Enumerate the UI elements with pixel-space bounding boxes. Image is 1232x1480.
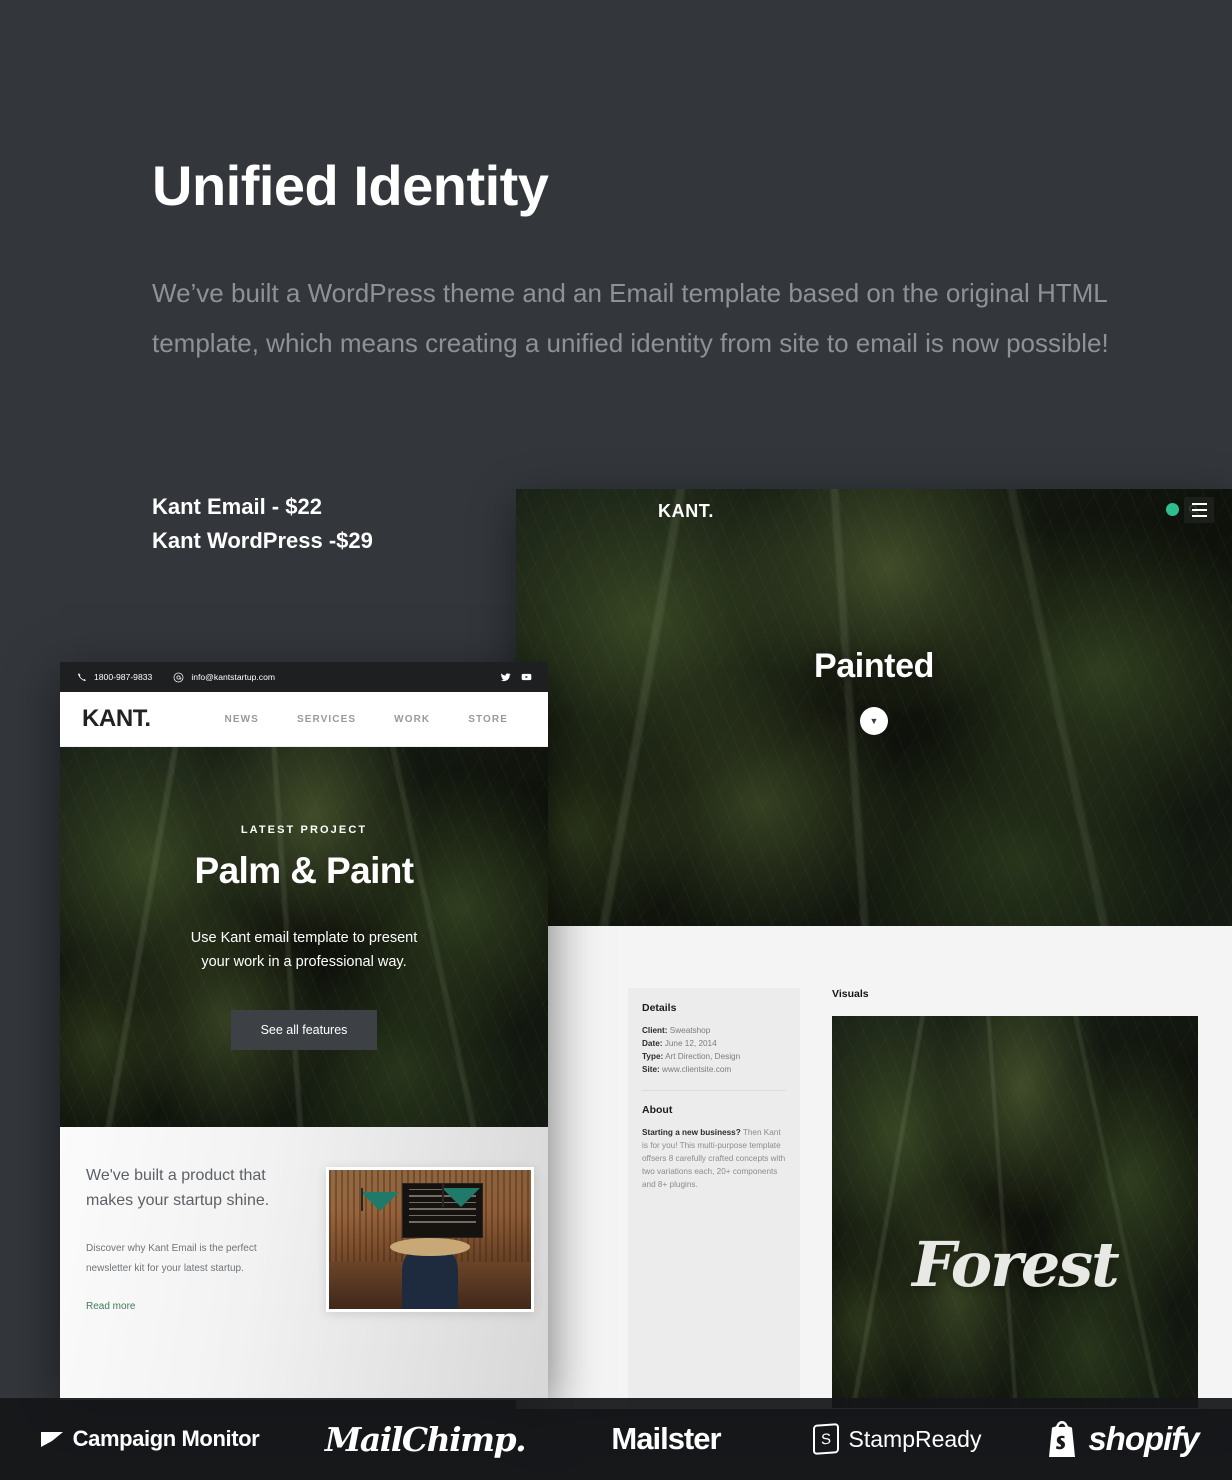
- partner-logo-bar: Campaign Monitor MailChimp. Mailster S S…: [0, 1398, 1232, 1480]
- details-heading: Details: [642, 1002, 677, 1014]
- about-heading: About: [642, 1104, 673, 1116]
- details-row-label: Client:: [642, 1026, 668, 1035]
- details-card: Details Client: Sweatshop Date: June 12,…: [628, 988, 800, 1408]
- stampready-logo[interactable]: S StampReady: [782, 1423, 1012, 1455]
- email-template-mockup: 1800-987-9833 info@kantstartup.com KANT.…: [60, 662, 548, 1400]
- phone-icon: [76, 672, 87, 683]
- at-sign-icon: [173, 672, 184, 683]
- shopify-label: shopify: [1088, 1420, 1199, 1457]
- menu-item-work[interactable]: WORK: [394, 714, 430, 725]
- details-row-label: Type:: [642, 1052, 664, 1061]
- forest-script-caption: Forest: [912, 1228, 1120, 1301]
- divider: [642, 1090, 786, 1091]
- details-row-value[interactable]: www.clientsite.com: [662, 1065, 731, 1074]
- shopify-logo[interactable]: shopify: [1012, 1420, 1232, 1458]
- twitter-icon[interactable]: [500, 672, 511, 683]
- pendant-lamp-icon: [442, 1184, 481, 1208]
- visuals-heading: Visuals: [832, 988, 869, 1000]
- about-lead: Starting a new business?: [642, 1128, 741, 1137]
- email-phone[interactable]: 1800-987-9833: [94, 672, 152, 682]
- chevron-down-icon[interactable]: ▼: [860, 707, 888, 735]
- details-row: Site: www.clientsite.com: [642, 1063, 786, 1076]
- email-topbar: 1800-987-9833 info@kantstartup.com: [60, 662, 548, 692]
- details-row: Date: June 12, 2014: [642, 1037, 786, 1050]
- promo-heading-line-1: We've built a product that: [86, 1167, 266, 1184]
- wp-content-area: Details Client: Sweatshop Date: June 12,…: [516, 926, 1232, 1408]
- promo-body: Discover why Kant Email is the perfect n…: [86, 1239, 308, 1279]
- about-body: Then Kant is for you! This multi-purpose…: [642, 1128, 786, 1189]
- email-address[interactable]: info@kantstartup.com: [191, 672, 275, 682]
- pendant-lamp-icon: [361, 1188, 400, 1212]
- campaign-monitor-logo[interactable]: Campaign Monitor: [0, 1426, 300, 1452]
- wp-hero-section: KANT. Painted ▼: [516, 489, 1232, 926]
- email-logo[interactable]: KANT.: [82, 705, 151, 733]
- email-promo-section: We've built a product that makes your st…: [60, 1127, 548, 1400]
- promo-text-block: We've built a product that makes your st…: [86, 1163, 308, 1400]
- image-overlay: [832, 1016, 1198, 1408]
- wp-logo[interactable]: KANT.: [658, 501, 714, 522]
- see-all-features-button[interactable]: See all features: [230, 1010, 378, 1050]
- hero-title: Palm & Paint: [194, 850, 415, 891]
- promo-body-line-1: Discover why Kant Email is the perfect: [86, 1243, 257, 1254]
- promo-heading-line-2: makes your startup shine.: [86, 1192, 270, 1209]
- shopping-bag-icon: [1045, 1420, 1079, 1458]
- email-hero-content: LATEST PROJECT Palm & Paint Use Kant ema…: [60, 747, 548, 1127]
- hero-subtitle: Use Kant email template to present your …: [191, 926, 417, 974]
- promo-heading: We've built a product that makes your st…: [86, 1163, 308, 1213]
- price-wordpress: Kant WordPress -$29: [152, 528, 373, 553]
- menu-item-store[interactable]: STORE: [468, 714, 508, 725]
- details-row-value: Sweatshop: [669, 1026, 711, 1035]
- hero-subtitle-line-2: your work in a professional way.: [201, 954, 407, 970]
- about-paragraph: Starting a new business? Then Kant is fo…: [642, 1126, 786, 1191]
- campaign-monitor-label: Campaign Monitor: [72, 1426, 260, 1451]
- details-row-value: June 12, 2014: [664, 1039, 717, 1048]
- read-more-link[interactable]: Read more: [86, 1301, 135, 1312]
- details-row: Type: Art Direction, Design: [642, 1050, 786, 1063]
- hamburger-icon[interactable]: [1184, 497, 1214, 523]
- intro-paragraph: We’ve built a WordPress theme and an Ema…: [152, 278, 1109, 358]
- email-menu: NEWS SERVICES WORK STORE: [225, 714, 508, 725]
- stampready-mark-icon: S: [812, 1423, 839, 1455]
- mailchimp-logo[interactable]: MailChimp.: [300, 1420, 550, 1459]
- details-row-value: Art Direction, Design: [665, 1052, 741, 1061]
- visuals-image[interactable]: Forest: [832, 1016, 1198, 1408]
- menu-item-services[interactable]: SERVICES: [297, 714, 356, 725]
- cart-badge-dot[interactable]: [1166, 503, 1179, 516]
- email-hero-section: LATEST PROJECT Palm & Paint Use Kant ema…: [60, 747, 548, 1127]
- hero-subtitle-line-1: Use Kant email template to present: [190, 930, 418, 946]
- cafe-interior-photo: [326, 1167, 534, 1312]
- wordpress-theme-mockup: KANT. Painted ▼ Details Client: Sweatsho…: [516, 489, 1232, 1409]
- menu-item-news[interactable]: NEWS: [225, 714, 259, 725]
- visuals-section: Visuals Forest: [832, 988, 1198, 1408]
- hero-eyebrow: LATEST PROJECT: [240, 824, 368, 836]
- mailster-logo[interactable]: Mailster: [550, 1421, 782, 1457]
- mailster-label: Mailster: [611, 1421, 721, 1456]
- stampready-label: StampReady: [848, 1425, 982, 1452]
- promo-page: Unified Identity We’ve built a WordPress…: [0, 0, 1232, 1480]
- email-navbar: KANT. NEWS SERVICES WORK STORE: [60, 692, 548, 747]
- promo-body-line-2: newsletter kit for your latest startup.: [86, 1263, 244, 1274]
- wp-hero-title: Painted: [813, 647, 934, 685]
- mailchimp-label: MailChimp.: [324, 1419, 527, 1459]
- details-row: Client: Sweatshop: [642, 1024, 786, 1037]
- page-title: Unified Identity: [152, 154, 549, 217]
- price-email: Kant Email - $22: [152, 494, 322, 519]
- details-row-label: Date:: [642, 1039, 663, 1048]
- details-row-label: Site:: [642, 1065, 660, 1074]
- price-list: Kant Email - $22 Kant WordPress -$29: [152, 490, 373, 558]
- envelope-icon: [40, 1431, 63, 1447]
